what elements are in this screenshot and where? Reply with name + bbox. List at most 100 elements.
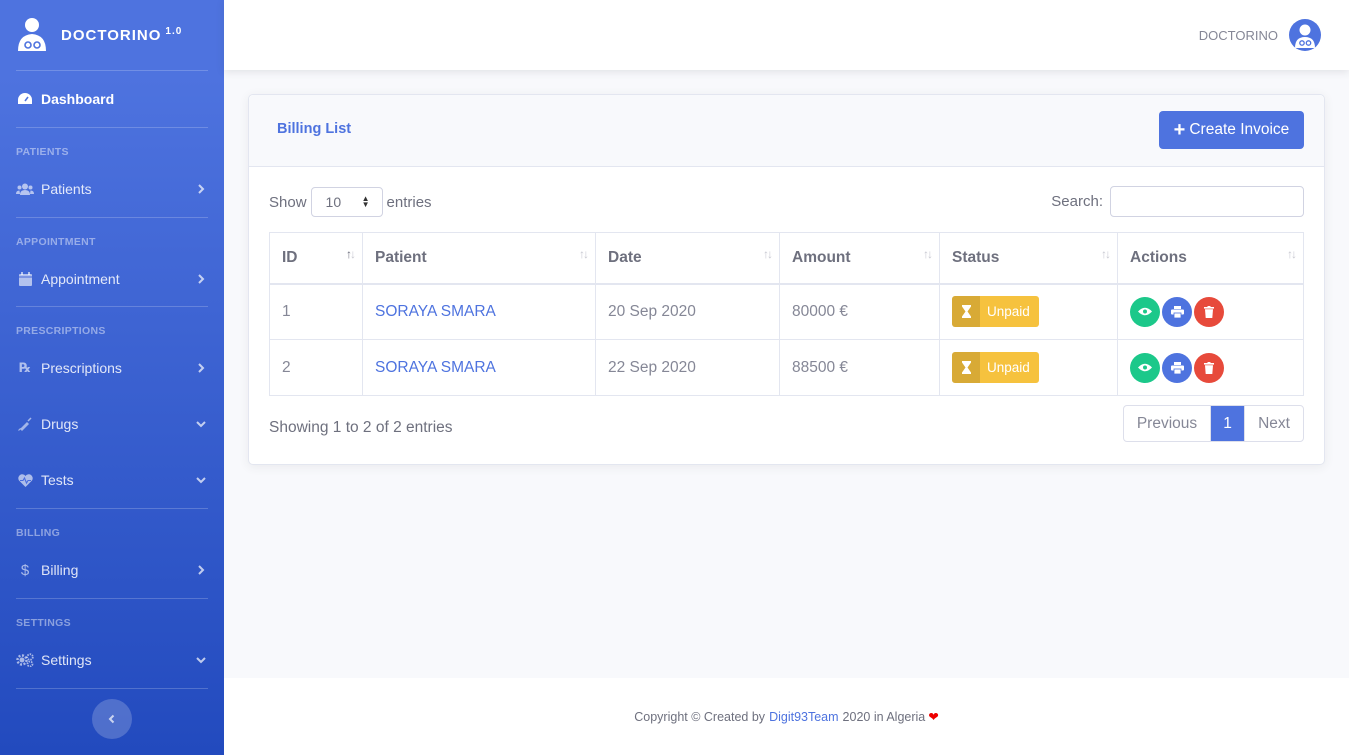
search-input[interactable] — [1110, 186, 1304, 217]
dollar-icon: $ — [20, 561, 30, 579]
column-header-patient[interactable]: Patient ↑↓ — [362, 232, 596, 285]
cell-id: 2 — [269, 339, 363, 396]
billing-table: ID ↑↓ Patient ↑↓ Date ↑↓ Amount ↑↓ Status ↑↓ … — [269, 232, 1304, 396]
sidebar-item-label: Settings — [41, 652, 92, 668]
sidebar-toggle-button[interactable] — [92, 699, 132, 739]
heartbeat-icon — [16, 472, 34, 488]
cell-amount: 88500 € — [779, 339, 940, 396]
billing-card: Billing List + Create Invoice Show 10 ▲ ▼… — [248, 94, 1325, 465]
heart-icon: ❤ — [928, 710, 939, 724]
sidebar-heading-billing: BILLING — [16, 527, 61, 539]
cell-actions — [1117, 283, 1304, 340]
create-invoice-button[interactable]: + Create Invoice — [1159, 111, 1304, 149]
status-badge: Unpaid — [952, 296, 1039, 328]
column-header-actions[interactable]: Actions ↑↓ — [1117, 232, 1304, 285]
sidebar-heading-patients: PATIENTS — [16, 146, 69, 158]
delete-button[interactable] — [1194, 296, 1224, 327]
patient-link[interactable]: SORAYA SMARA — [375, 359, 496, 376]
print-button[interactable] — [1162, 296, 1192, 327]
sidebar-item-label: Prescriptions — [41, 360, 122, 376]
user-menu[interactable]: DOCTORINO — [1199, 19, 1321, 51]
page-1-button[interactable]: 1 — [1211, 406, 1245, 441]
chevron-right-icon — [198, 565, 205, 575]
chevron-right-icon — [198, 363, 205, 373]
pagination: Previous 1 Next — [1123, 405, 1304, 442]
view-button[interactable] — [1130, 352, 1160, 383]
footer-team-link[interactable]: Digit93Team — [769, 710, 838, 724]
cell-patient: SORAYA SMARA — [362, 283, 596, 340]
print-icon — [1170, 305, 1184, 318]
cell-date: 20 Sep 2020 — [595, 283, 780, 340]
show-label: Show — [269, 193, 307, 211]
avatar[interactable] — [1289, 19, 1321, 51]
sidebar-item-patients[interactable]: Patients — [0, 161, 224, 217]
sidebar-heading-prescriptions: PRESCRIPTIONS — [16, 325, 106, 337]
table-row: 2 SORAYA SMARA 22 Sep 2020 88500 € Unpai… — [269, 339, 1304, 396]
sidebar-heading-appointment: APPOINTMENT — [16, 236, 96, 248]
select-arrows-icon: ▲ ▼ — [361, 194, 370, 209]
table-info: Showing 1 to 2 of 2 entries — [269, 419, 453, 436]
footer: Copyright © Created by Digit93Team 2020 … — [224, 678, 1349, 755]
sidebar-item-label: Drugs — [41, 416, 79, 432]
page-size-value: 10 — [325, 194, 342, 210]
patient-link[interactable]: SORAYA SMARA — [375, 303, 496, 320]
cell-patient: SORAYA SMARA — [362, 339, 596, 396]
print-button[interactable] — [1162, 352, 1192, 383]
sort-icon: ↑↓ — [923, 247, 933, 261]
sort-icon: ↑↓ — [579, 247, 589, 261]
chevron-down-icon — [196, 657, 206, 664]
cell-actions — [1117, 339, 1304, 396]
page-title: Billing List — [277, 121, 352, 137]
column-header-amount[interactable]: Amount ↑↓ — [779, 232, 940, 285]
status-text: Unpaid — [987, 304, 1030, 320]
sort-icon: ↑↓ — [1287, 247, 1297, 261]
prescription-icon: ℞ — [19, 360, 31, 375]
sidebar-item-billing[interactable]: $ Billing — [0, 542, 224, 598]
sidebar-item-label: Patients — [41, 181, 92, 197]
trash-icon — [1204, 305, 1214, 318]
user-name: DOCTORINO — [1198, 27, 1278, 43]
sort-icon: ↑↓ — [1101, 247, 1111, 261]
cell-status: Unpaid — [939, 283, 1118, 340]
sidebar-item-appointment[interactable]: Appointment — [0, 251, 224, 306]
page-size-select[interactable]: 10 ▲ ▼ — [310, 187, 383, 217]
sidebar: DOCTORINO 1.0 Dashboard PATIENTS Patients… — [0, 0, 224, 755]
cell-status: Unpaid — [939, 339, 1118, 396]
chevron-left-icon — [108, 714, 115, 724]
brand-version: 1.0 — [165, 26, 183, 37]
sidebar-item-dashboard[interactable]: Dashboard — [0, 71, 224, 127]
sort-icon: ↑↓ — [346, 247, 356, 261]
print-icon — [1170, 361, 1184, 374]
sidebar-item-label: Tests — [41, 472, 74, 488]
column-header-status[interactable]: Status ↑↓ — [939, 232, 1118, 285]
column-header-id[interactable]: ID ↑↓ — [269, 232, 363, 285]
topbar: DOCTORINO — [224, 0, 1349, 70]
footer-prefix: Copyright © Created by — [634, 709, 766, 724]
sidebar-item-label: Billing — [41, 562, 79, 578]
tachometer-icon — [16, 91, 34, 107]
page-size-control: Show 10 ▲ ▼ entries — [269, 187, 432, 217]
sidebar-item-settings[interactable]: Settings — [0, 632, 224, 688]
eye-icon — [1138, 308, 1152, 316]
hourglass-icon — [952, 296, 980, 328]
search-control: Search: — [1051, 186, 1304, 217]
chevron-right-icon — [198, 184, 205, 194]
delete-button[interactable] — [1194, 352, 1224, 383]
chevron-right-icon — [198, 273, 205, 284]
cell-id: 1 — [269, 283, 363, 340]
brand-name: DOCTORINO 1.0 — [61, 26, 183, 44]
create-invoice-label: Create Invoice — [1189, 121, 1290, 138]
sidebar-item-label: Dashboard — [41, 91, 115, 107]
brand[interactable]: DOCTORINO 1.0 — [0, 0, 224, 70]
sidebar-item-tests[interactable]: Tests — [0, 452, 224, 508]
sidebar-item-drugs[interactable]: Drugs — [0, 396, 224, 452]
syringe-icon — [16, 416, 34, 432]
previous-page-button[interactable]: Previous — [1124, 406, 1211, 441]
doctor-logo-icon — [16, 17, 48, 53]
chevron-down-icon — [196, 477, 206, 484]
column-header-date[interactable]: Date ↑↓ — [595, 232, 780, 285]
sidebar-item-prescriptions[interactable]: ℞ Prescriptions — [0, 340, 224, 396]
view-button[interactable] — [1130, 296, 1160, 327]
next-page-button[interactable]: Next — [1245, 406, 1303, 441]
calendar-icon — [16, 271, 34, 287]
